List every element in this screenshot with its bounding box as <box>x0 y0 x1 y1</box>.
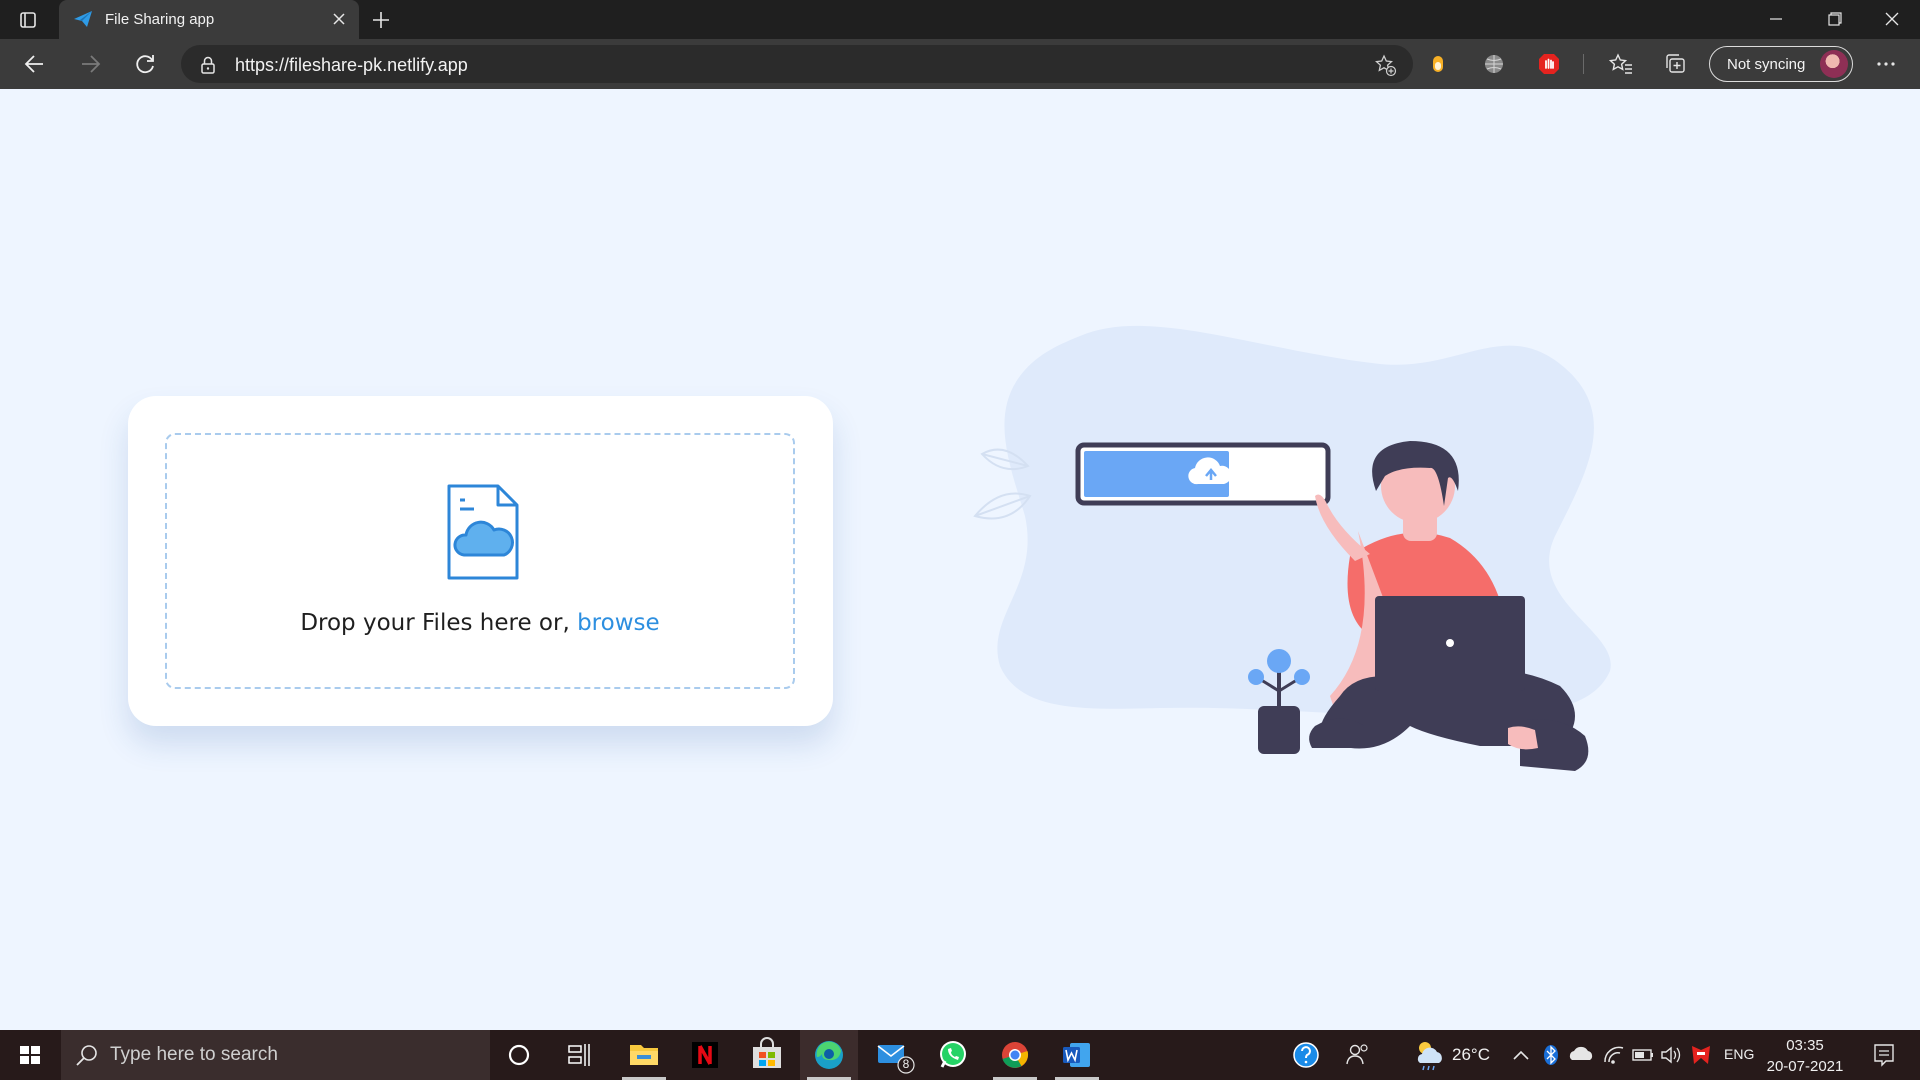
start-button[interactable] <box>0 1030 60 1080</box>
profile-avatar <box>1820 50 1848 78</box>
drop-instructions: Drop your Files here or, browse <box>167 610 793 636</box>
upload-card: Drop your Files here or, browse <box>128 396 833 726</box>
system-clock[interactable]: 03:35 20-07-2021 <box>1760 1035 1850 1077</box>
mail-icon[interactable]: 8 <box>864 1030 922 1080</box>
search-icon <box>74 1043 100 1074</box>
toolbar-divider <box>1583 54 1584 74</box>
notifications-icon[interactable] <box>1864 1030 1904 1080</box>
windows-taskbar: Type here to search 8 26°C ENG 03:35 20-… <box>0 1030 1920 1080</box>
mail-badge: 8 <box>902 1057 910 1071</box>
extension-flame-icon[interactable] <box>1425 51 1451 77</box>
forward-button[interactable] <box>76 50 104 78</box>
clock-date: 20-07-2021 <box>1766 1058 1844 1075</box>
taskbar-search[interactable]: Type here to search <box>61 1030 490 1080</box>
address-bar[interactable]: https://fileshare-pk.netlify.app <box>181 45 1413 83</box>
browser-tab[interactable]: File Sharing app <box>59 0 359 39</box>
weather-icon[interactable] <box>1412 1030 1446 1080</box>
progress-bar-graphic <box>1075 442 1331 506</box>
tab-actions-icon[interactable] <box>14 8 42 32</box>
favorites-icon[interactable] <box>1608 51 1634 77</box>
browser-tab-strip: File Sharing app <box>0 0 1920 39</box>
file-explorer-icon[interactable] <box>615 1030 673 1080</box>
search-placeholder: Type here to search <box>110 1044 278 1065</box>
wifi-icon[interactable] <box>1600 1030 1628 1080</box>
word-icon[interactable] <box>1048 1030 1106 1080</box>
lock-icon[interactable] <box>199 55 217 80</box>
whatsapp-icon[interactable] <box>924 1030 982 1080</box>
close-window-button[interactable] <box>1864 0 1920 39</box>
volume-icon[interactable] <box>1658 1030 1684 1080</box>
cortana-icon[interactable] <box>490 1030 548 1080</box>
extension-globe-icon[interactable] <box>1481 51 1507 77</box>
file-drop-zone[interactable]: Drop your Files here or, browse <box>165 433 795 689</box>
profile-sync-button[interactable]: Not syncing <box>1709 46 1853 82</box>
add-favorite-icon[interactable] <box>1373 53 1397 82</box>
clock-time: 03:35 <box>1786 1037 1824 1054</box>
cloud-file-icon <box>446 483 520 586</box>
restore-button[interactable] <box>1806 0 1862 39</box>
paper-plane-icon <box>73 10 93 33</box>
antivirus-icon[interactable] <box>1688 1030 1714 1080</box>
battery-icon[interactable] <box>1630 1030 1656 1080</box>
drop-text: Drop your Files here or, <box>300 610 578 636</box>
weather-temperature[interactable]: 26°C <box>1452 1045 1490 1065</box>
collections-icon[interactable] <box>1663 51 1689 77</box>
minimize-button[interactable] <box>1748 0 1804 39</box>
new-tab-button[interactable] <box>367 8 395 32</box>
close-tab-icon[interactable] <box>331 11 347 27</box>
store-icon[interactable] <box>738 1030 796 1080</box>
upload-illustration <box>973 325 1611 771</box>
page-content: Drop your Files here or, browse <box>0 89 1920 1030</box>
extension-adblock-icon[interactable] <box>1536 51 1562 77</box>
input-language[interactable]: ENG <box>1724 1046 1754 1062</box>
task-view-icon[interactable] <box>550 1030 608 1080</box>
sync-status: Not syncing <box>1727 56 1806 73</box>
browse-link[interactable]: browse <box>577 610 660 636</box>
edge-browser-icon[interactable] <box>800 1030 858 1080</box>
back-button[interactable] <box>21 50 49 78</box>
bluetooth-icon[interactable] <box>1540 1030 1562 1080</box>
help-icon[interactable] <box>1290 1030 1322 1080</box>
show-hidden-icons[interactable] <box>1508 1030 1534 1080</box>
refresh-button[interactable] <box>131 50 159 78</box>
tab-title: File Sharing app <box>105 11 215 28</box>
people-icon[interactable] <box>1342 1030 1372 1080</box>
chrome-icon[interactable] <box>986 1030 1044 1080</box>
url-text[interactable]: https://fileshare-pk.netlify.app <box>235 55 468 76</box>
browser-toolbar: https://fileshare-pk.netlify.app Not syn… <box>0 39 1920 89</box>
netflix-icon[interactable] <box>676 1030 734 1080</box>
settings-more-icon[interactable] <box>1870 51 1902 77</box>
onedrive-icon[interactable] <box>1566 1030 1596 1080</box>
